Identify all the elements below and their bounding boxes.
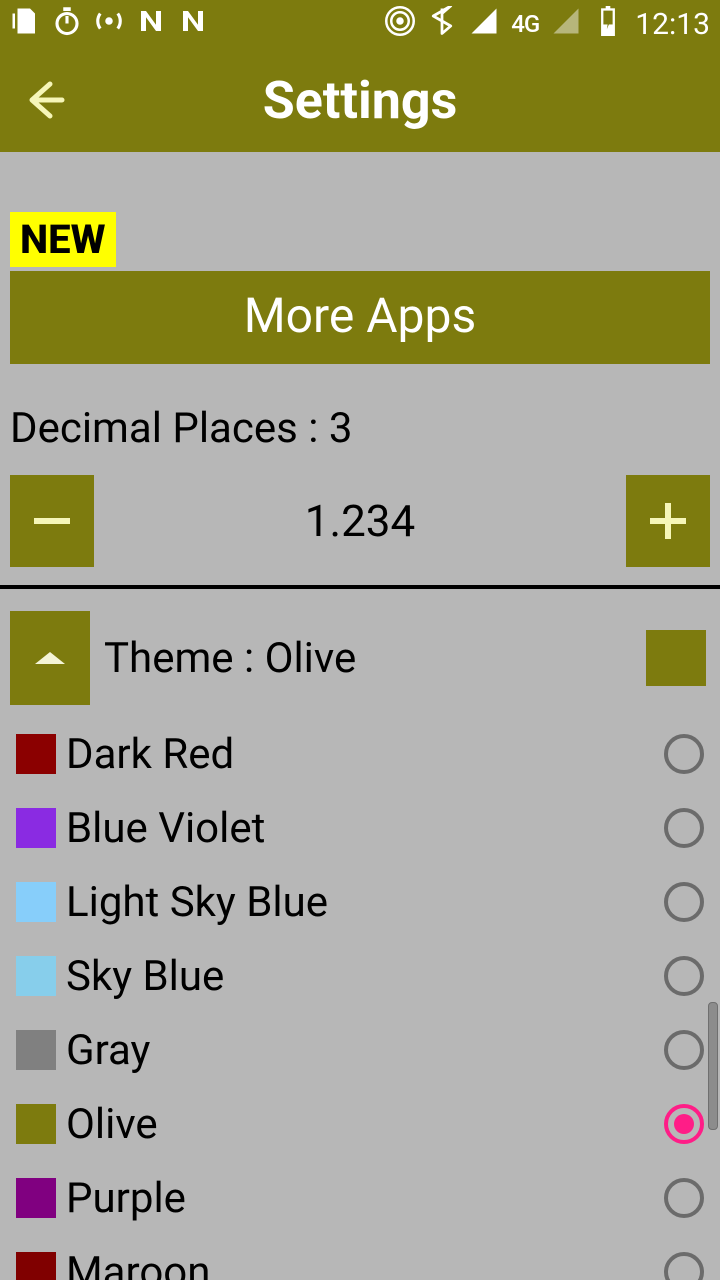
title-bar: Settings xyxy=(0,48,720,152)
theme-option[interactable]: Purple xyxy=(16,1161,704,1235)
theme-name: Maroon xyxy=(66,1248,664,1280)
decimal-places-section: Decimal Places : 3 1.234 xyxy=(0,364,720,585)
page-title: Settings xyxy=(0,70,720,131)
theme-list: Dark Red Blue Violet Light Sky Blue Sky Blu… xyxy=(0,715,720,1280)
minus-icon xyxy=(26,495,78,547)
theme-swatch xyxy=(16,1030,56,1070)
increment-button[interactable] xyxy=(626,475,710,567)
n-icon xyxy=(178,6,208,43)
theme-header: Theme : Olive xyxy=(0,589,720,715)
theme-radio[interactable] xyxy=(664,808,704,848)
theme-radio[interactable] xyxy=(664,882,704,922)
theme-option[interactable]: Olive xyxy=(16,1087,704,1161)
theme-swatch xyxy=(16,882,56,922)
theme-radio[interactable] xyxy=(664,956,704,996)
content: NEW More Apps Decimal Places : 3 1.234 T… xyxy=(0,202,720,1280)
battery-icon xyxy=(593,6,623,43)
theme-name: Gray xyxy=(66,1026,664,1075)
theme-current-name: Olive xyxy=(265,634,357,683)
theme-option[interactable]: Dark Red xyxy=(16,717,704,791)
theme-radio[interactable] xyxy=(664,734,704,774)
plus-icon xyxy=(642,495,694,547)
theme-name: Blue Violet xyxy=(66,804,664,853)
sdcard-icon xyxy=(10,6,40,43)
status-clock: 12:13 xyxy=(635,7,710,42)
theme-current-swatch xyxy=(646,630,706,686)
cast-icon xyxy=(385,6,415,43)
theme-swatch xyxy=(16,808,56,848)
theme-option[interactable]: Gray xyxy=(16,1013,704,1087)
theme-swatch xyxy=(16,1178,56,1218)
theme-radio[interactable] xyxy=(664,1178,704,1218)
decimal-count: 3 xyxy=(329,404,353,453)
theme-option[interactable]: Maroon xyxy=(16,1235,704,1280)
new-badge: NEW xyxy=(10,212,116,267)
back-button[interactable] xyxy=(6,60,86,140)
theme-option[interactable]: Light Sky Blue xyxy=(16,865,704,939)
theme-swatch xyxy=(16,1104,56,1144)
theme-swatch xyxy=(16,956,56,996)
theme-label: Theme : Olive xyxy=(104,634,646,683)
status-left xyxy=(10,6,208,43)
theme-name: Purple xyxy=(66,1174,664,1223)
caret-up-icon xyxy=(33,648,67,668)
theme-name: Dark Red xyxy=(66,730,664,779)
signal-icon xyxy=(469,6,499,43)
theme-name: Sky Blue xyxy=(66,952,664,1001)
stopwatch-icon xyxy=(52,6,82,43)
more-apps-button[interactable]: More Apps xyxy=(10,271,710,364)
theme-radio[interactable] xyxy=(664,1104,704,1144)
theme-radio[interactable] xyxy=(664,1030,704,1070)
n-icon xyxy=(136,6,166,43)
decimal-places-label: Decimal Places : 3 xyxy=(10,404,710,453)
theme-name: Olive xyxy=(66,1100,664,1149)
status-right: 4G 12:13 xyxy=(385,6,710,43)
hotspot-icon xyxy=(94,6,124,43)
theme-collapse-button[interactable] xyxy=(10,611,90,705)
status-bar: 4G 12:13 xyxy=(0,0,720,48)
decimal-sample: 1.234 xyxy=(94,495,626,547)
theme-swatch xyxy=(16,734,56,774)
theme-name: Light Sky Blue xyxy=(66,878,664,927)
arrow-left-icon xyxy=(22,76,70,124)
theme-label-prefix: Theme : xyxy=(104,634,265,683)
theme-radio[interactable] xyxy=(664,1252,704,1280)
bluetooth-icon xyxy=(427,6,457,43)
signal-dim-icon xyxy=(551,6,581,43)
decimal-label-prefix: Decimal Places : xyxy=(10,404,329,453)
decrement-button[interactable] xyxy=(10,475,94,567)
theme-option[interactable]: Blue Violet xyxy=(16,791,704,865)
network-type: 4G xyxy=(511,10,539,38)
scrollbar-thumb[interactable] xyxy=(708,1002,718,1130)
theme-swatch xyxy=(16,1252,56,1280)
theme-option[interactable]: Sky Blue xyxy=(16,939,704,1013)
